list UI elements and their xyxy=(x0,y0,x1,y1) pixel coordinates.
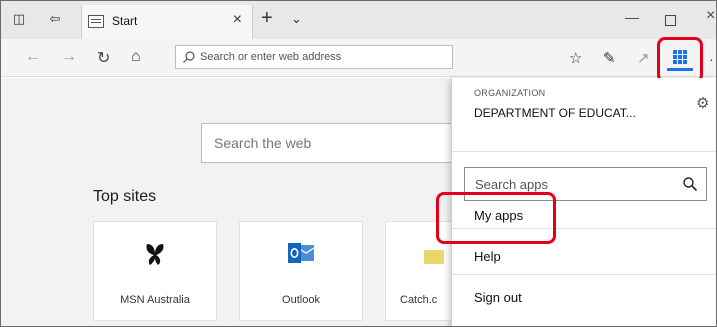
chevron-down-icon[interactable]: ⌄ xyxy=(291,11,302,27)
organization-label: ORGANIZATION xyxy=(474,88,546,98)
organization-name: DEPARTMENT OF EDUCAT... xyxy=(474,106,636,120)
tab-strip: ◫ ⇦ Start × + ⌄ — × xyxy=(1,1,716,39)
favorites-icon[interactable]: ☆ xyxy=(569,49,582,67)
tile-label: Outlook xyxy=(282,294,320,306)
forward-button[interactable]: → xyxy=(61,48,77,66)
outlook-icon xyxy=(288,243,314,263)
navigation-bar: ← → ↻ ⌂ Search or enter web address ☆ ✎ … xyxy=(1,39,716,77)
my-apps-highlight xyxy=(436,192,556,244)
share-icon[interactable]: ↗ xyxy=(637,49,650,67)
maximize-button[interactable] xyxy=(665,15,676,26)
minimize-button[interactable]: — xyxy=(625,9,639,25)
apps-button-highlight xyxy=(657,37,703,83)
pen-icon[interactable]: ✎ xyxy=(603,49,616,67)
search-icon xyxy=(183,51,195,63)
web-search-placeholder: Search the web xyxy=(214,135,312,151)
gear-icon[interactable]: ⚙ xyxy=(696,94,709,112)
web-search-box[interactable]: Search the web xyxy=(201,123,461,163)
search-icon xyxy=(683,177,698,192)
address-bar[interactable]: Search or enter web address xyxy=(175,45,453,69)
divider xyxy=(452,151,716,152)
divider xyxy=(452,274,716,275)
tab-title: Start xyxy=(112,14,138,28)
set-tabs-aside-icon[interactable]: ⇦ xyxy=(47,11,63,27)
new-tab-button[interactable]: + xyxy=(261,7,273,30)
catch-icon xyxy=(424,250,444,264)
tab-start[interactable]: Start × xyxy=(81,5,253,39)
address-placeholder: Search or enter web address xyxy=(200,51,342,63)
menu-item-help[interactable]: Help xyxy=(474,249,501,264)
tile-outlook[interactable]: Outlook xyxy=(239,221,363,321)
tile-label: MSN Australia xyxy=(120,294,190,306)
tab-preview-icon[interactable]: ◫ xyxy=(11,11,27,27)
page-icon xyxy=(88,15,104,28)
close-tab-icon[interactable]: × xyxy=(233,11,242,29)
tile-msn-australia[interactable]: MSN Australia xyxy=(93,221,217,321)
top-sites-heading: Top sites xyxy=(93,188,157,205)
back-button[interactable]: ← xyxy=(25,48,41,66)
search-apps-placeholder: Search apps xyxy=(475,177,548,192)
browser-window: ◫ ⇦ Start × + ⌄ — × ← → ↻ ⌂ Search or en… xyxy=(0,0,717,327)
home-button[interactable]: ⌂ xyxy=(131,48,141,66)
butterfly-icon xyxy=(146,244,164,265)
close-window-button[interactable]: × xyxy=(706,7,715,25)
refresh-button[interactable]: ↻ xyxy=(97,48,110,68)
more-icon[interactable]: ·· xyxy=(709,51,716,67)
menu-item-sign-out[interactable]: Sign out xyxy=(474,290,522,305)
